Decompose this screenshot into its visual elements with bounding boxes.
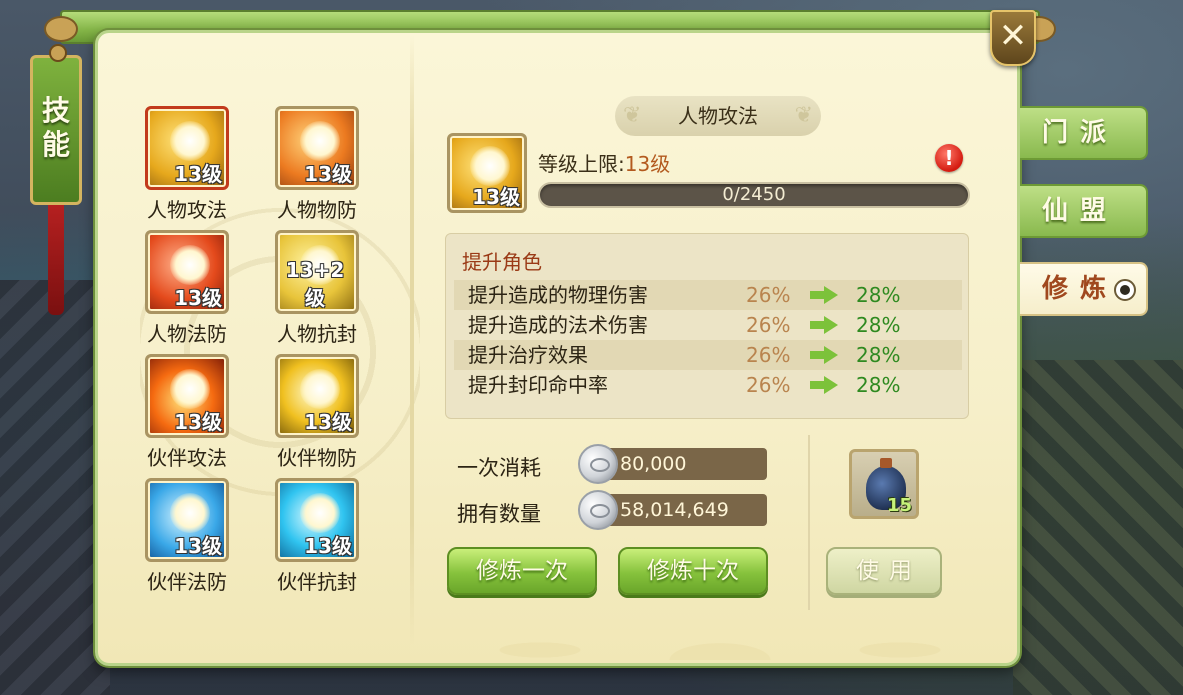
skill-name: 人物抗封 xyxy=(277,322,357,346)
effect-current-value: 26% xyxy=(746,313,791,337)
skill-item-player-attack[interactable]: 13级 人物攻法 xyxy=(142,106,232,223)
skill-banner: 技 能 xyxy=(30,44,82,205)
skill-level: 13级 xyxy=(174,162,222,186)
experience-progress-bar: 0/2450 xyxy=(538,182,970,208)
level-cap-label: 等级上限: xyxy=(538,152,625,176)
skill-icon: 13级 xyxy=(145,478,229,562)
skill-item-partner-physical-defense[interactable]: 13级 伙伴物防 xyxy=(272,354,362,471)
skill-banner-label: 技 能 xyxy=(41,94,70,161)
skill-title-plate: 人物攻法 xyxy=(615,96,821,136)
tab-sect-label: 门派 xyxy=(1042,118,1119,148)
train-ten-label: 修炼十次 xyxy=(647,558,739,584)
effect-current-value: 26% xyxy=(746,283,791,307)
train-once-label: 修炼一次 xyxy=(476,558,568,584)
warning-icon[interactable]: ! xyxy=(935,144,963,172)
owned-amount-label: 拥有数量 xyxy=(457,502,541,526)
effect-label: 提升造成的法术伤害 xyxy=(468,313,648,337)
effect-label: 提升治疗效果 xyxy=(468,343,588,367)
skill-name: 伙伴抗封 xyxy=(277,570,357,594)
tab-training-label: 修炼 xyxy=(1042,274,1119,304)
potion-item-slot[interactable]: 15 xyxy=(849,449,919,519)
skill-item-player-seal-resist[interactable]: 13+2级 人物抗封 xyxy=(272,230,362,347)
skill-level: 13级 xyxy=(304,162,352,186)
skill-name: 伙伴法防 xyxy=(147,570,227,594)
skill-name: 伙伴物防 xyxy=(277,446,357,470)
skill-level: 13级 xyxy=(304,410,352,434)
effects-header: 提升角色 xyxy=(462,250,542,274)
skill-name: 伙伴攻法 xyxy=(147,446,227,470)
skill-level: 13级 xyxy=(174,534,222,558)
effect-row: 提升封印命中率 26% 28% xyxy=(454,370,962,400)
effect-current-value: 26% xyxy=(746,373,791,397)
close-button[interactable]: ✕ xyxy=(990,10,1036,66)
tab-sect[interactable]: 门派 xyxy=(1020,106,1148,160)
skill-icon: 13级 xyxy=(275,106,359,190)
skill-name: 人物法防 xyxy=(147,322,227,346)
background-roof-left xyxy=(0,280,110,695)
skill-item-player-physical-defense[interactable]: 13级 人物物防 xyxy=(272,106,362,223)
skill-item-partner-magic-defense[interactable]: 13级 伙伴法防 xyxy=(142,478,232,595)
silver-coin-icon xyxy=(578,490,618,530)
skill-icon: 13级 xyxy=(145,230,229,314)
selected-skill-icon: 13级 xyxy=(447,133,527,213)
skill-icon: 13级 xyxy=(275,478,359,562)
effect-label: 提升封印命中率 xyxy=(468,373,608,397)
skill-title: 人物攻法 xyxy=(678,104,758,128)
skill-level: 13级 xyxy=(174,410,222,434)
effect-next-value: 28% xyxy=(856,313,901,337)
potion-count: 15 xyxy=(886,495,912,516)
progress-text: 0/2450 xyxy=(722,184,786,205)
use-button[interactable]: 使用 xyxy=(826,547,942,595)
cost-divider xyxy=(808,435,810,610)
effect-row: 提升造成的物理伤害 26% 28% xyxy=(454,280,962,310)
effect-next-value: 28% xyxy=(856,373,901,397)
skill-item-partner-attack[interactable]: 13级 伙伴攻法 xyxy=(142,354,232,471)
tab-alliance-label: 仙盟 xyxy=(1042,196,1119,226)
skill-item-player-magic-defense[interactable]: 13级 人物法防 xyxy=(142,230,232,347)
skill-name: 人物物防 xyxy=(277,198,357,222)
skill-icon: 13级 xyxy=(145,354,229,438)
skill-item-partner-seal-resist[interactable]: 13级 伙伴抗封 xyxy=(272,478,362,595)
skill-name: 人物攻法 xyxy=(147,198,227,222)
level-cap: 等级上限:13级 xyxy=(538,148,670,177)
skill-level: 13级 xyxy=(174,286,222,310)
skill-icon: 13级 xyxy=(275,354,359,438)
tab-selected-indicator-icon xyxy=(1114,279,1136,301)
warning-icon-glyph: ! xyxy=(944,146,954,170)
selected-skill-level: 13级 xyxy=(472,185,520,209)
tassel-decoration xyxy=(48,205,64,315)
tab-training[interactable]: 修炼 xyxy=(1020,262,1148,316)
use-label: 使用 xyxy=(856,558,922,584)
skill-icon: 13+2级 xyxy=(275,230,359,314)
close-icon: ✕ xyxy=(998,16,1028,56)
level-cap-value: 13级 xyxy=(624,152,671,176)
effect-label: 提升造成的物理伤害 xyxy=(468,283,648,307)
arrow-right-icon xyxy=(810,346,840,364)
effect-current-value: 26% xyxy=(746,343,791,367)
skill-level: 13+2级 xyxy=(285,258,345,310)
arrow-right-icon xyxy=(810,316,840,334)
train-ten-button[interactable]: 修炼十次 xyxy=(618,547,768,595)
effect-row: 提升治疗效果 26% 28% xyxy=(454,340,962,370)
background-roof-right xyxy=(1013,360,1183,695)
arrow-right-icon xyxy=(810,286,840,304)
skill-level: 13级 xyxy=(304,534,352,558)
tab-alliance[interactable]: 仙盟 xyxy=(1020,184,1148,238)
effect-next-value: 28% xyxy=(856,343,901,367)
effect-next-value: 28% xyxy=(856,283,901,307)
train-once-button[interactable]: 修炼一次 xyxy=(447,547,597,595)
panel-divider xyxy=(410,35,414,645)
silver-coin-icon xyxy=(578,444,618,484)
effect-row: 提升造成的法术伤害 26% 28% xyxy=(454,310,962,340)
effects-panel: 提升角色 提升造成的物理伤害 26% 28% 提升造成的法术伤害 26% 28%… xyxy=(445,233,969,419)
skill-icon: 13级 xyxy=(145,106,229,190)
arrow-right-icon xyxy=(810,376,840,394)
cost-once-label: 一次消耗 xyxy=(457,456,541,480)
